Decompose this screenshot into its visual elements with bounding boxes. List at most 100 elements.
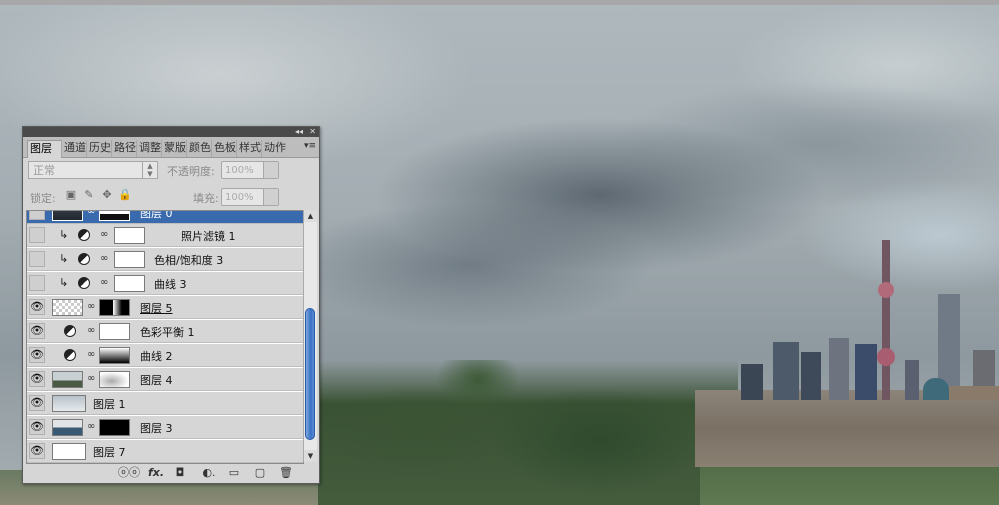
eye-icon[interactable]: 👁 [29,395,45,411]
opacity-label: 不透明度: [167,165,215,178]
tab-channels[interactable]: 通道 [61,140,86,157]
blend-mode-value: 正常 [33,164,55,177]
layer-name[interactable]: 色彩平衡 1 [140,324,195,340]
close-icon[interactable]: ✕ [309,127,316,137]
layer-list[interactable]: ∞ 图层 0 ↳ ∞ 照片滤镜 1 ↳ ∞ 色相/饱和度 3 ↳ ∞ 曲线 3 … [26,210,304,464]
tab-paths[interactable]: 路径 [111,140,136,157]
fill-label: 填充: [193,192,219,205]
layers-panel: ◂◂ ✕ 图层 通道 历史 路径 调整 蒙版 颜色 色板 样式 动作 ▾≡ 正常… [22,126,320,484]
add-mask-icon[interactable]: ◘ [173,466,187,480]
layer-name[interactable]: 图层 7 [93,444,126,460]
tab-styles[interactable]: 样式 [236,140,261,157]
chevron-updown-icon: ▲ ▼ [142,162,157,178]
tab-color[interactable]: 颜色 [186,140,211,157]
mask-thumbnail[interactable] [99,347,130,364]
layer-row[interactable]: 👁 图层 7 [27,440,303,463]
layer-name[interactable]: 图层 4 [140,372,173,388]
layer-name[interactable]: 图层 5 [140,300,173,316]
link-icon[interactable]: ∞ [100,277,108,288]
tab-swatches[interactable]: 色板 [211,140,236,157]
mask-thumbnail[interactable] [99,323,130,340]
fill-slider-button[interactable] [263,189,278,205]
tab-actions[interactable]: 动作 [261,140,286,157]
folder-icon[interactable]: ▭ [227,466,241,480]
eye-icon[interactable]: 👁 [29,419,45,435]
layer-row[interactable]: 👁 ∞ 图层 4 [27,368,303,391]
layer-name[interactable]: 图层 3 [140,420,173,436]
link-icon[interactable]: ∞ [87,211,95,217]
layer-row[interactable]: ↳ ∞ 色相/饱和度 3 [27,248,303,271]
scrollbar-thumb[interactable] [305,308,315,440]
layer-name[interactable]: 图层 1 [93,396,126,412]
layer-name[interactable]: 照片滤镜 1 [181,228,236,244]
blend-mode-select[interactable]: 正常 ▲ ▼ [28,161,158,179]
mask-thumbnail[interactable] [99,419,130,436]
layer-name[interactable]: 曲线 2 [140,348,173,364]
eye-icon[interactable]: 👁 [29,371,45,387]
tab-history[interactable]: 历史 [86,140,111,157]
visibility-toggle[interactable] [29,227,45,243]
layer-thumbnail [52,419,83,436]
link-layers-icon[interactable]: ⓞⓞ [118,466,140,480]
layer-name[interactable]: 色相/饱和度 3 [154,252,223,268]
layer-row[interactable]: ∞ 图层 0 [27,211,303,224]
layer-thumbnail [52,395,86,412]
layer-row[interactable]: 👁 ∞ 色彩平衡 1 [27,320,303,343]
collapse-icon[interactable]: ◂◂ [295,127,303,137]
new-layer-icon[interactable]: ▢ [253,466,267,480]
link-icon[interactable]: ∞ [87,373,95,384]
eye-icon[interactable]: 👁 [29,299,45,315]
city-skyline-image [695,230,999,400]
link-icon[interactable]: ∞ [100,229,108,240]
mask-thumbnail[interactable] [114,275,145,292]
mask-thumbnail[interactable] [99,371,130,388]
lock-icon[interactable]: 🔒 [118,188,132,202]
tab-masks[interactable]: 蒙版 [161,140,186,157]
checker-icon[interactable]: ▣ [64,188,78,202]
layer-row[interactable]: 👁 ∞ 图层 3 [27,416,303,439]
eye-icon[interactable]: 👁 [29,323,45,339]
blend-row: 正常 ▲ ▼ 不透明度: 100% [23,161,319,181]
opacity-field[interactable]: 100% [221,161,279,179]
tab-adjustments[interactable]: 调整 [136,140,161,157]
lock-label: 锁定: [30,192,56,205]
layer-thumbnail [52,299,83,316]
brush-icon[interactable]: ✎ [82,188,96,202]
link-icon[interactable]: ∞ [87,421,95,432]
visibility-toggle[interactable] [29,275,45,291]
mask-thumbnail[interactable] [114,227,145,244]
opacity-slider-button[interactable] [263,162,278,178]
mask-thumbnail[interactable] [99,299,130,316]
river-image [695,390,999,467]
visibility-toggle[interactable] [29,211,45,220]
eye-icon[interactable]: 👁 [29,443,45,459]
trash-icon[interactable]: 🗑 [279,466,293,480]
layer-name[interactable]: 曲线 3 [154,276,187,292]
clip-arrow-icon: ↳ [59,276,69,289]
panel-menu-icon[interactable]: ▾≡ [304,141,316,151]
link-icon[interactable]: ∞ [87,349,95,360]
layer-row[interactable]: ↳ ∞ 曲线 3 [27,272,303,295]
layer-row[interactable]: 👁 ∞ 曲线 2 [27,344,303,367]
link-icon[interactable]: ∞ [100,253,108,264]
mask-thumbnail[interactable] [114,251,145,268]
tab-layers[interactable]: 图层 [27,140,62,158]
fx-icon[interactable]: fx. [146,466,166,480]
layer-row[interactable]: ↳ ∞ 照片滤镜 1 [27,224,303,247]
layer-name[interactable]: 图层 0 [140,211,173,221]
scroll-down-icon[interactable]: ▼ [304,450,317,462]
mask-thumbnail[interactable] [99,211,130,221]
fill-field[interactable]: 100% [221,188,279,206]
layer-row[interactable]: 👁 图层 1 [27,392,303,415]
visibility-toggle[interactable] [29,251,45,267]
layer-row[interactable]: 👁 ∞ 图层 5 [27,296,303,319]
eye-icon[interactable]: 👁 [29,347,45,363]
lock-row: 锁定: ▣ ✎ ✥ 🔒 填充: 100% [23,188,319,208]
panel-titlebar[interactable]: ◂◂ ✕ [23,127,319,137]
link-icon[interactable]: ∞ [87,301,95,312]
link-icon[interactable]: ∞ [87,325,95,336]
new-adjustment-icon[interactable]: ◐. [199,466,219,480]
layer-list-scrollbar[interactable]: ▲ ▼ [303,210,317,462]
scroll-up-icon[interactable]: ▲ [304,210,317,222]
move-icon[interactable]: ✥ [100,188,114,202]
